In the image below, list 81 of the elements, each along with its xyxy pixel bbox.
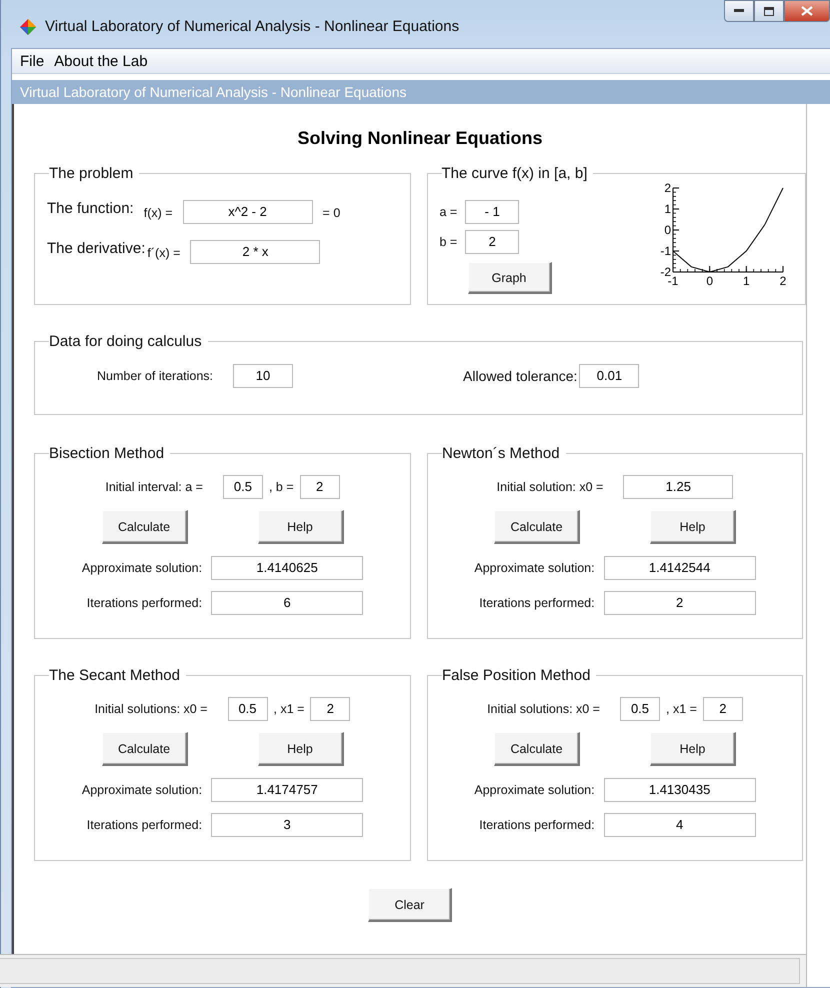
maximize-icon (764, 6, 774, 16)
field-label: Initial interval: a = (105, 480, 203, 494)
field-label: f(x) = (144, 206, 173, 220)
input-field[interactable]: 2 * x (190, 240, 320, 264)
tick-label: 0 (706, 274, 713, 288)
graph-button[interactable]: Graph (468, 262, 552, 294)
field-label: Approximate solution: (474, 783, 595, 797)
group-title: The problem (49, 165, 134, 182)
output-field[interactable]: 3 (211, 813, 364, 837)
field-label: a = (440, 205, 458, 219)
page-heading: Solving Nonlinear Equations (296, 128, 544, 149)
output-field[interactable]: 1.4140625 (211, 556, 364, 580)
help-button[interactable]: Help (650, 732, 736, 766)
group-title: Newton´s Method (442, 445, 561, 462)
group-title: The Secant Method (49, 667, 181, 684)
field-label: Initial solution: x0 = (496, 480, 604, 494)
field-label: b = (440, 235, 458, 249)
tick-label: 1 (743, 274, 750, 288)
tick-label: 2 (664, 181, 671, 195)
field-label: Initial solutions: x0 = (94, 702, 208, 716)
input-field[interactable]: 0.01 (579, 364, 640, 388)
input-field[interactable]: 1.25 (623, 475, 734, 499)
field-label: Iterations performed: (86, 596, 202, 610)
tick-label: 1 (664, 202, 671, 216)
app-icon (19, 18, 37, 36)
minimize-button[interactable] (724, 0, 754, 22)
help-button[interactable]: Help (258, 732, 344, 766)
minimize-icon (734, 9, 744, 13)
input-field[interactable]: 10 (233, 364, 294, 388)
input-field[interactable]: 2 (465, 230, 520, 254)
calculate-button[interactable]: Calculate (494, 732, 580, 766)
field-label: Iterations performed: (86, 818, 202, 832)
field-label: = 0 (322, 206, 340, 220)
field-label: The function: (47, 200, 134, 217)
menu-item[interactable]: File (16, 52, 48, 70)
help-button[interactable]: Help (650, 510, 736, 544)
tick-label: 2 (780, 274, 786, 288)
banner-bar: Virtual Laboratory of Numerical Analysis - Nonlinear Equations (12, 80, 830, 104)
output-field[interactable]: 2 (604, 591, 756, 615)
field-label: Allowed tolerance: (463, 368, 578, 384)
close-icon (801, 6, 813, 16)
field-label: , x1 = (666, 702, 697, 716)
output-field[interactable]: 1.4142544 (604, 556, 756, 580)
calculate-button[interactable]: Calculate (494, 510, 580, 544)
output-field[interactable]: 4 (604, 813, 756, 837)
field-label: f´(x) = (147, 246, 180, 260)
close-button[interactable] (784, 0, 830, 22)
tick-label: 0 (664, 223, 671, 237)
field-label: The derivative: (47, 240, 146, 257)
input-field[interactable]: 0.5 (222, 475, 263, 499)
group-title: False Position Method (442, 667, 592, 684)
field-label: Number of iterations: (97, 369, 214, 383)
input-field[interactable]: 0.5 (228, 697, 268, 721)
output-field[interactable]: 1.4130435 (604, 778, 756, 802)
calculate-button[interactable]: Calculate (102, 510, 188, 544)
menu-item[interactable]: About the Lab (50, 52, 152, 70)
window-title: Virtual Laboratory of Numerical Analysis - Nonlinear Equations (45, 18, 460, 36)
group-title: The curve f(x) in [a, b] (442, 165, 588, 182)
input-field[interactable]: 2 (300, 475, 340, 499)
maximize-button[interactable] (754, 0, 784, 22)
field-label: Iterations performed: (478, 818, 595, 832)
field-label: Iterations performed: (478, 596, 595, 610)
group-title: Bisection Method (49, 445, 166, 462)
input-field[interactable]: 2 (702, 697, 743, 721)
field-label: , x1 = (274, 702, 304, 716)
tick-label: -1 (660, 244, 671, 258)
input-field[interactable]: - 1 (465, 200, 520, 224)
calculate-button[interactable]: Calculate (102, 732, 188, 766)
output-field[interactable]: 6 (211, 591, 364, 615)
output-field[interactable]: 1.4174757 (211, 778, 364, 802)
field-label: Approximate solution: (474, 561, 595, 575)
field-label: Approximate solution: (82, 561, 202, 575)
input-field[interactable]: 0.5 (620, 697, 660, 721)
field-label: Initial solutions: x0 = (487, 702, 600, 716)
help-button[interactable]: Help (258, 510, 344, 544)
group-title: Data for doing calculus (49, 333, 203, 350)
field-label: , b = (268, 480, 294, 494)
clear-button[interactable]: Clear (368, 888, 452, 922)
field-label: Approximate solution: (82, 783, 202, 797)
input-field[interactable]: x^2 - 2 (182, 200, 313, 224)
input-field[interactable]: 2 (310, 697, 350, 721)
